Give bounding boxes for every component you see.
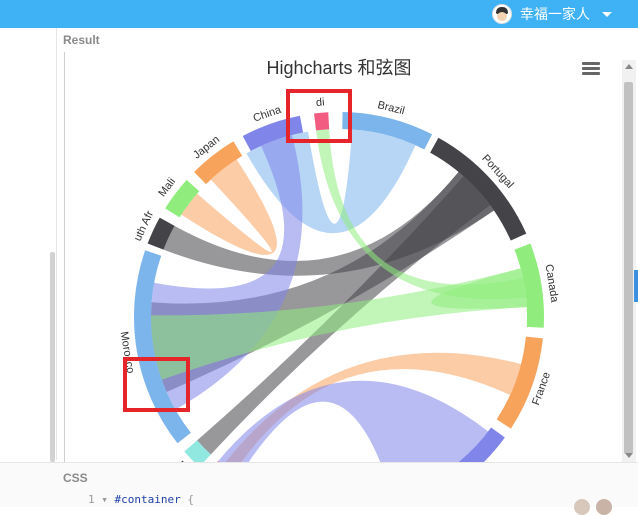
fold-arrow-icon[interactable]: ▾ <box>101 493 108 506</box>
left-scrollbar[interactable] <box>50 252 55 462</box>
panel-border <box>64 52 65 462</box>
scroll-down-icon[interactable] <box>625 453 633 458</box>
left-column <box>0 28 57 460</box>
line-number: 1 <box>88 493 95 506</box>
code-rest: { <box>180 493 194 506</box>
user-menu[interactable]: 幸福一家人 <box>492 0 612 28</box>
scrollbar-thumb[interactable] <box>624 82 633 454</box>
node-label: Canada <box>543 263 561 304</box>
scroll-up-icon[interactable] <box>625 64 633 69</box>
node-label: Brazil <box>376 99 406 117</box>
result-label: Result <box>63 33 100 47</box>
css-label: CSS <box>63 471 88 485</box>
username: 幸福一家人 <box>520 6 590 22</box>
highlight-box-left <box>123 357 190 412</box>
highlight-box-top <box>286 89 352 143</box>
top-navbar: 幸福一家人 <box>0 0 638 28</box>
css-editor-panel: CSS 1 ▾ #container { <box>0 462 638 515</box>
code-line[interactable]: 1 ▾ #container { <box>88 493 194 506</box>
right-scrollbar[interactable] <box>622 60 636 462</box>
collaborator-avatar <box>596 499 612 515</box>
code-selector: #container <box>114 493 181 506</box>
user-avatar <box>492 4 512 24</box>
side-tab[interactable] <box>634 270 638 302</box>
collaborator-avatar <box>574 499 590 515</box>
caret-down-icon <box>602 11 612 17</box>
